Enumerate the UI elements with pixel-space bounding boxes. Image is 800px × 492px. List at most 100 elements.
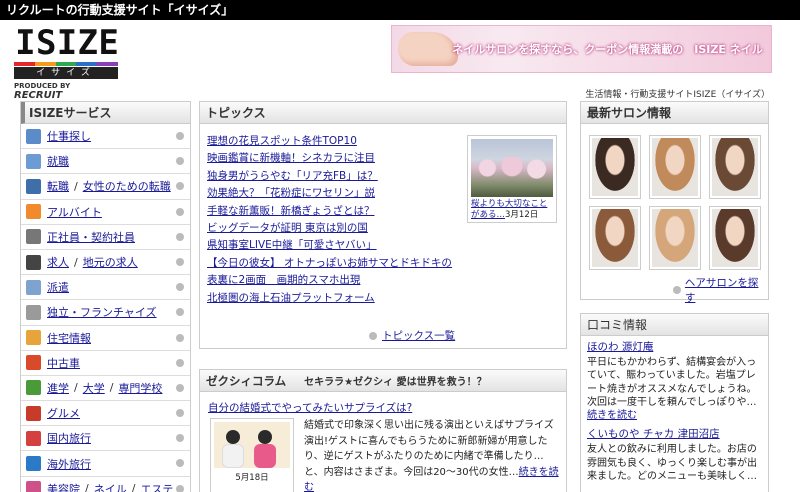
service-icon [26, 229, 41, 245]
service-link[interactable]: ネイル [94, 481, 127, 492]
salon-photo-grid [589, 135, 761, 270]
salon-photo[interactable] [649, 206, 701, 270]
hair-salon-search-link[interactable]: ヘアサロンを探す [685, 275, 768, 305]
topic-photo-caption: 桜よりも大切なことがある…3月12日 [471, 199, 553, 221]
service-separator: / [131, 482, 136, 492]
chevron-right-icon [176, 459, 184, 468]
review-item: くいものや チャカ 津田沼店 友人との飲みに利用しました。お店の雰囲気も良く、ゆっ… [581, 422, 768, 483]
service-row[interactable]: 正社員・契約社員 [21, 225, 190, 250]
service-icon [26, 380, 41, 396]
column-thumbnail[interactable]: 5月18日 [210, 418, 294, 492]
column-header: ゼクシィコラム セキララ★ゼクシィ 愛は世界を救う！？ [200, 370, 566, 392]
service-icon [26, 279, 41, 295]
service-link[interactable]: 大学 [83, 380, 105, 396]
service-row[interactable]: 進学 / 大学 / 専門学校 [21, 376, 190, 402]
logo-color-bars [14, 62, 118, 66]
topic-link[interactable]: 県知事室LIVE中継「可愛さヤバい」 [207, 237, 452, 254]
service-row[interactable]: 独立・フランチャイズ [21, 300, 190, 326]
service-link[interactable]: 地元の求人 [83, 254, 138, 270]
service-link[interactable]: 派遣 [47, 279, 69, 295]
service-separator: / [74, 179, 78, 193]
service-link[interactable]: 国内旅行 [47, 430, 91, 446]
logo-letter: I [56, 23, 77, 63]
reviews-title: 口コミ情報 [581, 314, 768, 336]
service-row[interactable]: 転職 / 女性のための転職 [21, 174, 190, 200]
bullet-arrow-icon [369, 331, 377, 340]
service-row[interactable]: 求人 / 地元の求人 [21, 250, 190, 276]
service-icon [26, 330, 41, 346]
logo-letter: S [35, 23, 56, 63]
topic-link[interactable]: 北極圏の海上石油プラットフォーム [207, 290, 452, 307]
topic-link[interactable]: 表裏に2画面 画期的スマホ出現 [207, 272, 452, 289]
service-row[interactable]: 仕事探し [21, 124, 190, 150]
recruit-logo: RECRUIT [14, 90, 63, 101]
review-read-more[interactable]: 続きを読む [587, 409, 637, 422]
service-link[interactable]: 専門学校 [118, 380, 162, 396]
main-column: トピックス 理想の花見スポット条件TOP10 映画鑑賞に新機軸！シネカラに注目 独身… [199, 101, 567, 492]
service-link[interactable]: 転職 [47, 178, 69, 194]
salon-title: 最新サロン情報 [581, 102, 768, 124]
topic-photo-card[interactable]: 桜よりも大切なことがある…3月12日 [467, 135, 557, 223]
service-row[interactable]: 海外旅行 [21, 451, 190, 477]
service-link[interactable]: グルメ [47, 405, 80, 421]
service-row[interactable]: アルバイト [21, 200, 190, 225]
service-link[interactable]: 就職 [47, 153, 69, 169]
topic-link[interactable]: 独身男がうらやむ「リア充FB」は？ [207, 168, 452, 185]
service-link[interactable]: 進学 [47, 380, 69, 396]
review-shop-link[interactable]: ほのわ 源灯庵 [587, 341, 762, 354]
review-text: 平日にもかかわらず、結構宴会が入っていて、賑わっていました。岩塩プレート焼きがオ… [587, 357, 757, 408]
review-shop-link[interactable]: くいものや チャカ 津田沼店 [587, 428, 762, 441]
service-separator: / [109, 381, 114, 395]
service-row[interactable]: 住宅情報 [21, 326, 190, 351]
salon-photo[interactable] [709, 135, 761, 199]
topic-link[interactable]: 理想の花見スポット条件TOP10 [207, 133, 452, 150]
isize-logo[interactable]: I S I Z E イサイズ PRODUCED BY RECRUIT [14, 23, 119, 101]
salon-photo[interactable] [589, 206, 641, 270]
nail-salon-banner[interactable]: ネイルサロンを探すなら、クーポン情報満載の ISIZE ネイルサロン [391, 25, 772, 73]
topics-panel: トピックス 理想の花見スポット条件TOP10 映画鑑賞に新機軸！シネカラに注目 独身… [199, 101, 567, 349]
reviews-list: ほのわ 源灯庵平日にもかかわらず、結構宴会が入っていて、賑わっていました。岩塩プ… [581, 336, 768, 483]
service-separator: / [74, 381, 78, 395]
wedding-couple-image [214, 422, 290, 468]
salon-photo[interactable] [589, 135, 641, 199]
service-link[interactable]: 求人 [47, 254, 69, 270]
chevron-right-icon [176, 484, 184, 492]
column-article-link[interactable]: 自分の結婚式でやってみたいサプライズは? [208, 400, 412, 415]
service-link[interactable]: アルバイト [47, 204, 102, 220]
salon-photo[interactable] [649, 135, 701, 199]
service-link[interactable]: 女性のための転職 [83, 178, 171, 194]
chevron-right-icon [176, 132, 184, 140]
chevron-right-icon [176, 333, 184, 342]
service-row[interactable]: 就職 [21, 149, 190, 175]
service-link[interactable]: エステ [140, 481, 173, 492]
site-header-title: リクルートの行動支援サイト「イサイズ」 [6, 3, 234, 17]
topics-more-link[interactable]: トピックス一覧 [382, 328, 455, 343]
service-row[interactable]: 国内旅行 [21, 426, 190, 452]
service-link[interactable]: 正社員・契約社員 [47, 229, 135, 245]
cherry-blossom-photo[interactable] [471, 139, 553, 197]
chevron-right-icon [176, 157, 184, 166]
topic-link[interactable]: 映画鑑賞に新機軸！シネカラに注目 [207, 150, 452, 167]
service-row[interactable]: 美容院 / ネイル / エステ [21, 477, 190, 492]
service-link[interactable]: 美容院 [47, 481, 80, 492]
logo-letter: Z [77, 23, 98, 63]
services-title: ISIZEサービス [21, 102, 190, 124]
topic-link[interactable]: 【今日の彼女】 オトナっぽいお姉サマとドキドキのデート!?★「石川満里子」 [207, 255, 452, 272]
service-row[interactable]: 中古車 [21, 351, 190, 376]
salon-photo[interactable] [709, 206, 761, 270]
service-row[interactable]: 派遣 [21, 275, 190, 301]
service-link[interactable]: 仕事探し [47, 128, 91, 144]
hairstyle-image [712, 209, 758, 267]
service-icon [26, 153, 41, 169]
chevron-right-icon [176, 182, 184, 191]
service-link[interactable]: 独立・フランチャイズ [47, 304, 157, 320]
service-link[interactable]: 中古車 [47, 355, 80, 371]
topic-link[interactable]: ビッグデータが証明 東京は別の国 [207, 220, 452, 237]
service-link[interactable]: 海外旅行 [47, 456, 91, 472]
topic-link[interactable]: 効果絶大？「花粉症にワセリン」説 [207, 185, 452, 202]
service-row[interactable]: グルメ [21, 401, 190, 427]
topic-photo-date: 3月12日 [505, 210, 539, 220]
right-column: 最新サロン情報 ヘアサロンを探す 口コミ情報 ほのわ 源灯庵平日にもかかわらず、… [580, 101, 769, 492]
service-link[interactable]: 住宅情報 [47, 330, 91, 346]
topic-link[interactable]: 手軽な新薫販！新橋ぎょうざとは？ [207, 203, 452, 220]
